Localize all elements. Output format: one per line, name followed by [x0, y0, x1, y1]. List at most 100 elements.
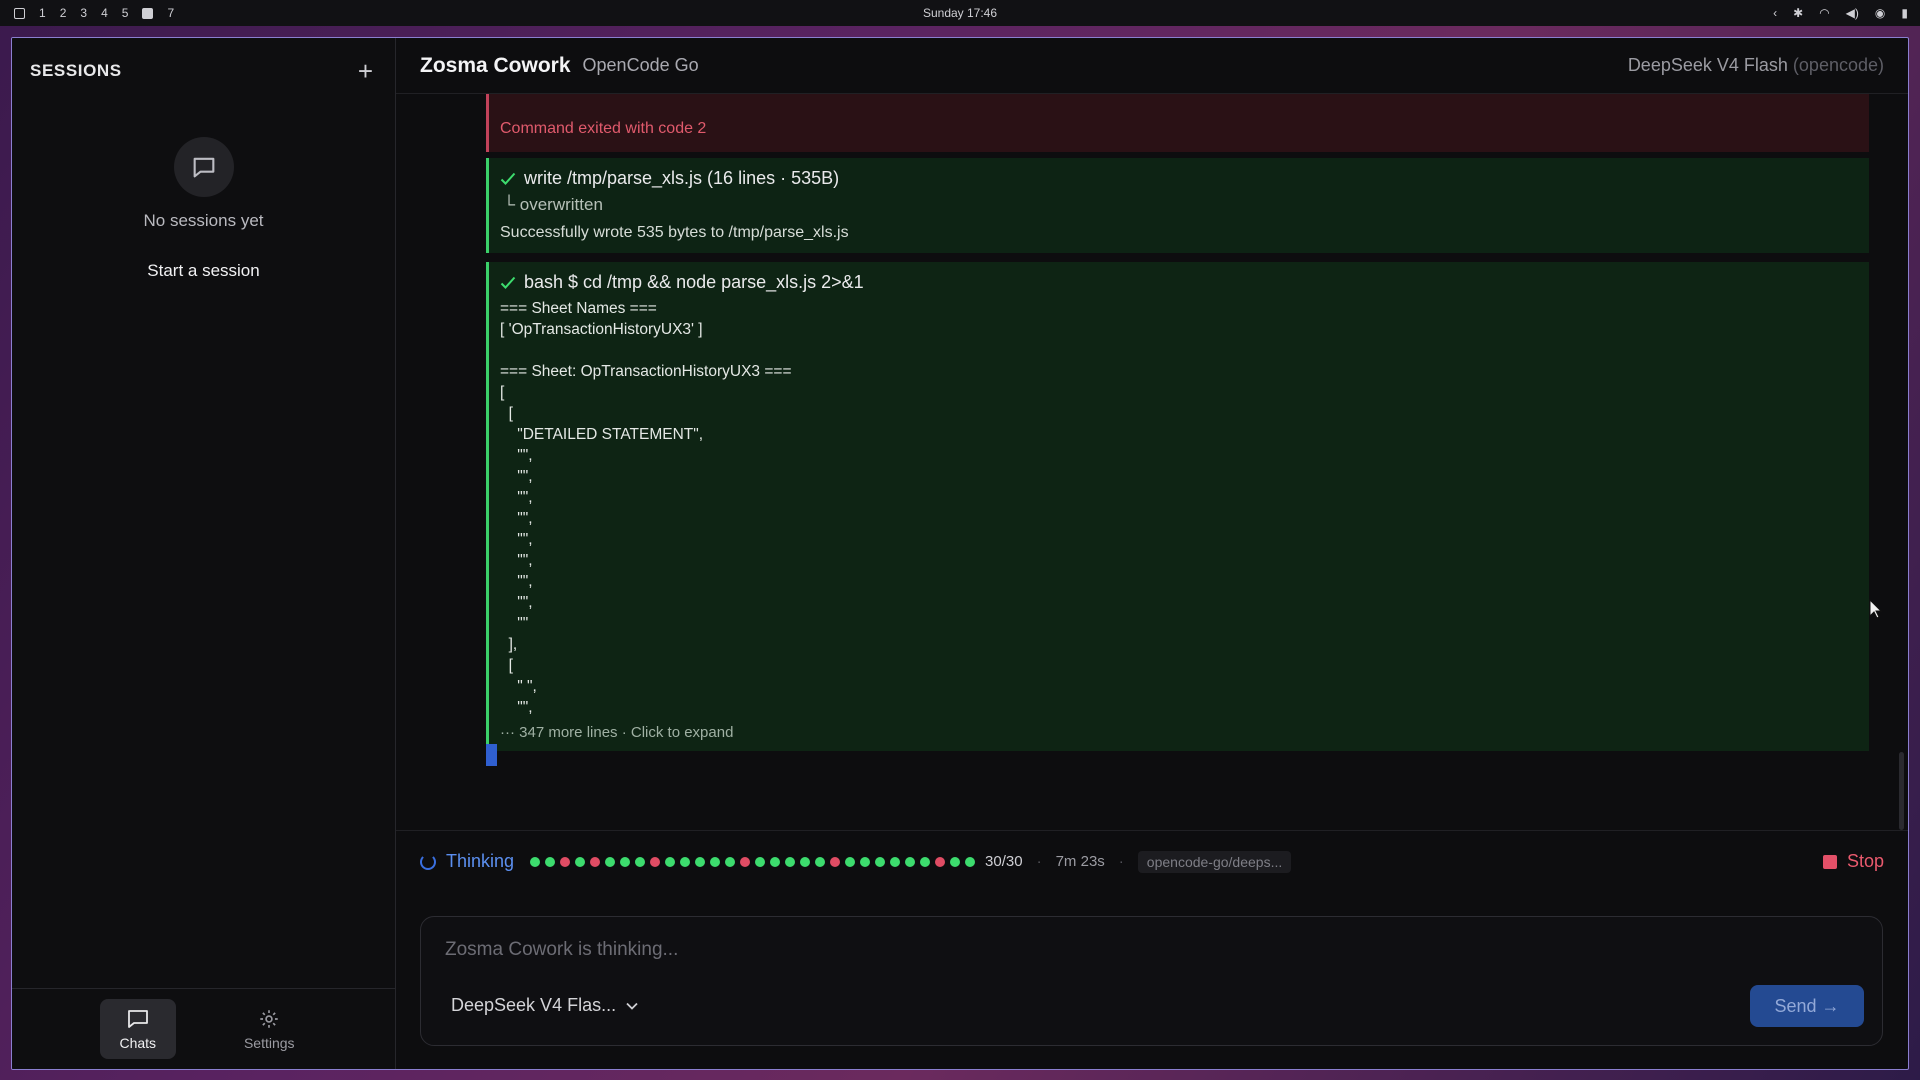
- workspace-4[interactable]: 4: [101, 6, 108, 20]
- bash-tool-block[interactable]: bash $ cd /tmp && node parse_xls.js 2>&1…: [486, 262, 1869, 751]
- progress-dot: [620, 856, 631, 867]
- code-line: [ 'OpTransactionHistoryUX3' ]: [500, 321, 703, 338]
- expand-more-lines[interactable]: ··· 347 more lines · Click to expand: [500, 724, 733, 741]
- step-progress-dots: [530, 856, 976, 867]
- battery-icon[interactable]: ▮: [1901, 6, 1908, 20]
- chevron-left-icon[interactable]: ‹: [1773, 6, 1777, 20]
- wifi-icon[interactable]: ◠: [1819, 6, 1829, 20]
- bash-tool-title: bash $ cd /tmp && node parse_xls.js 2>&1: [524, 272, 864, 292]
- composer-placeholder[interactable]: Zosma Cowork is thinking...: [445, 939, 678, 961]
- workspace-2[interactable]: 2: [60, 6, 67, 20]
- progress-dot: [950, 856, 961, 867]
- clock: Sunday 17:46: [922, 6, 998, 20]
- progress-dot: [800, 856, 811, 867]
- sidebar-title: SESSIONS: [30, 61, 122, 80]
- separator-dot: ·: [1118, 853, 1124, 870]
- code-line: [: [500, 384, 505, 401]
- new-session-plus-icon[interactable]: +: [358, 58, 373, 84]
- chat-header: Zosma Cowork OpenCode Go DeepSeek V4 Fla…: [396, 38, 1908, 94]
- progress-dot: [680, 856, 691, 867]
- code-line: === Sheet: OpTransactionHistoryUX3 ===: [500, 363, 792, 380]
- code-line: "",: [500, 468, 533, 485]
- write-tool-title: write /tmp/parse_xls.js (16 lines · 535B…: [524, 168, 840, 188]
- stop-button[interactable]: Stop: [1822, 851, 1884, 872]
- code-line: ],: [500, 636, 518, 653]
- header-model-name: DeepSeek V4 Flash: [1627, 55, 1788, 75]
- settings-tab-label: Settings: [243, 1034, 295, 1051]
- progress-dot: [665, 856, 676, 867]
- write-tool-sub: └ overwritten: [503, 195, 603, 214]
- settings-tab[interactable]: Settings: [231, 999, 307, 1059]
- workspace-7[interactable]: 7: [167, 6, 174, 20]
- sidebar-footer: Chats Settings: [12, 988, 395, 1069]
- progress-dot: [875, 856, 886, 867]
- progress-dot: [935, 856, 946, 867]
- chevron-down-icon: [626, 1002, 638, 1010]
- volume-icon[interactable]: ◀): [1846, 6, 1859, 20]
- app-title: Zosma Cowork: [420, 53, 571, 77]
- code-line: "",: [500, 573, 533, 590]
- header-model: DeepSeek V4 Flash (opencode): [1628, 55, 1884, 76]
- write-tool-block[interactable]: write /tmp/parse_xls.js (16 lines · 535B…: [486, 158, 1869, 253]
- sidebar-header: SESSIONS +: [12, 38, 395, 104]
- code-line: " ",: [500, 678, 537, 695]
- model-selector[interactable]: DeepSeek V4 Flas...: [451, 995, 638, 1016]
- progress-dot: [605, 856, 616, 867]
- progress-dot: [965, 856, 976, 867]
- workspace-5[interactable]: 5: [122, 6, 129, 20]
- code-line: "",: [500, 531, 533, 548]
- chats-tab-label: Chats: [119, 1034, 157, 1051]
- code-line: "",: [500, 594, 533, 611]
- progress-dot: [755, 856, 766, 867]
- code-line: [: [500, 405, 513, 422]
- settings-dot-icon[interactable]: ◉: [1875, 6, 1885, 20]
- message-composer[interactable]: Zosma Cowork is thinking... DeepSeek V4 …: [420, 916, 1883, 1046]
- write-tool-header: write /tmp/parse_xls.js (16 lines · 535B…: [500, 168, 839, 189]
- progress-dot: [815, 856, 826, 867]
- chats-tab[interactable]: Chats: [99, 999, 176, 1059]
- tool-output-log: Command exited with code 2 write /tmp/pa…: [486, 94, 1869, 784]
- bash-output-code: === Sheet Names === [ 'OpTransactionHisto…: [500, 298, 792, 718]
- workspace-6-active-icon[interactable]: [142, 7, 154, 19]
- typing-caret: [486, 744, 497, 766]
- progress-dot: [560, 856, 571, 867]
- progress-dot: [650, 856, 661, 867]
- bluetooth-icon[interactable]: ✱: [1793, 6, 1803, 20]
- mouse-pointer-icon: [1869, 599, 1883, 619]
- progress-dot: [725, 856, 736, 867]
- code-line: "",: [500, 699, 533, 716]
- progress-dot: [545, 856, 556, 867]
- code-line: [: [500, 657, 513, 674]
- loading-spinner-icon: [420, 853, 436, 870]
- elapsed-time: 7m 23s: [1055, 853, 1105, 870]
- code-line: "",: [500, 447, 533, 464]
- error-text: Command exited with code 2: [500, 120, 707, 137]
- bash-tool-header: bash $ cd /tmp && node parse_xls.js 2>&1: [500, 272, 864, 293]
- separator-dot: ·: [1036, 853, 1042, 870]
- workspace-switcher: 1 2 3 4 5 7: [0, 6, 174, 20]
- progress-dot: [770, 856, 781, 867]
- chat-icon: [127, 1009, 148, 1028]
- progress-dot: [890, 856, 901, 867]
- chat-main: Zosma Cowork OpenCode Go DeepSeek V4 Fla…: [396, 38, 1908, 1069]
- progress-dot: [710, 856, 721, 867]
- scrollbar-thumb[interactable]: [1899, 752, 1904, 830]
- progress-dot: [860, 856, 871, 867]
- stop-label: Stop: [1846, 851, 1884, 871]
- status-bar: Thinking 30/30 · 7m 23s · opencode-go/de…: [396, 830, 1908, 892]
- stop-square-icon: [1822, 854, 1837, 869]
- thinking-label: Thinking: [446, 851, 515, 871]
- check-icon: [500, 276, 516, 289]
- send-button[interactable]: Send →: [1750, 985, 1864, 1027]
- start-session-link[interactable]: Start a session: [147, 261, 259, 281]
- header-model-provider: (opencode): [1792, 55, 1884, 75]
- empty-sessions-state: No sessions yet Start a session: [12, 137, 395, 281]
- model-selector-label: DeepSeek V4 Flas...: [451, 995, 617, 1015]
- workspace-1[interactable]: 1: [39, 6, 46, 20]
- progress-dot: [905, 856, 916, 867]
- workspace-3[interactable]: 3: [80, 6, 87, 20]
- layout-icon[interactable]: [14, 7, 25, 19]
- check-icon: [500, 172, 516, 185]
- step-count: 30/30: [985, 853, 1023, 870]
